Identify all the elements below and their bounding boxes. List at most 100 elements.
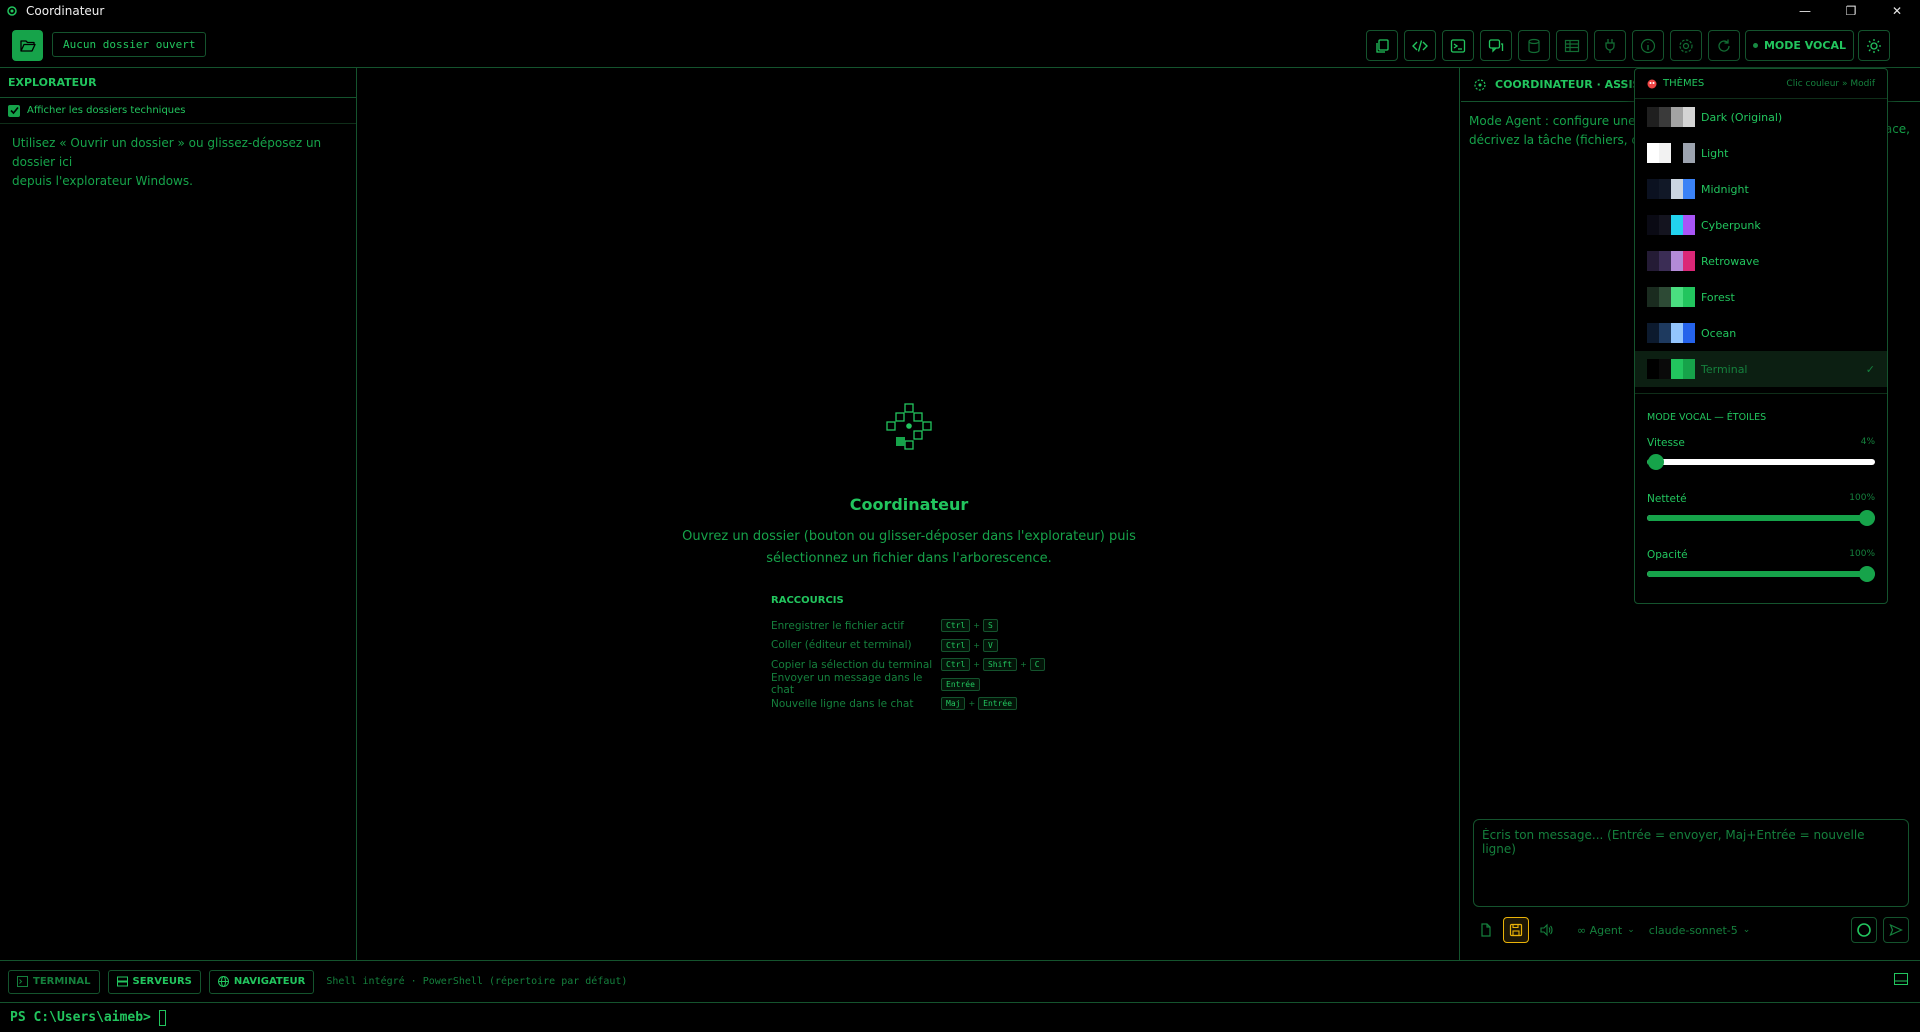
slider-track[interactable] (1647, 454, 1875, 470)
theme-option[interactable]: Forest (1635, 279, 1887, 315)
color-swatch[interactable] (1647, 251, 1659, 271)
copy-button[interactable] (1366, 30, 1398, 61)
show-technical-row[interactable]: Afficher les dossiers techniques (0, 98, 356, 124)
database-button[interactable] (1518, 30, 1550, 61)
minimize-button[interactable]: — (1782, 0, 1828, 22)
color-swatch[interactable] (1647, 359, 1659, 379)
color-swatch[interactable] (1659, 215, 1671, 235)
theme-swatches[interactable] (1647, 215, 1695, 235)
theme-option[interactable]: Dark (Original) (1635, 99, 1887, 135)
color-swatch[interactable] (1647, 107, 1659, 127)
color-swatch[interactable] (1659, 323, 1671, 343)
color-swatch[interactable] (1659, 287, 1671, 307)
maximize-button[interactable]: ❐ (1828, 0, 1874, 22)
color-swatch[interactable] (1659, 359, 1671, 379)
theme-swatches[interactable] (1647, 143, 1695, 163)
close-button[interactable]: ✕ (1874, 0, 1920, 22)
chat-button[interactable] (1480, 30, 1512, 61)
terminal-prompt: PS C:\Users\aimeb> (10, 1010, 151, 1025)
slider-track[interactable] (1647, 510, 1876, 526)
shortcut-key: Shift (982, 658, 1018, 672)
sun-icon (1867, 38, 1881, 53)
slider-fill (1647, 515, 1875, 521)
slider-thumb[interactable] (1859, 566, 1876, 582)
settings-button[interactable] (1670, 30, 1702, 61)
color-swatch[interactable] (1671, 215, 1683, 235)
attach-file-button[interactable] (1473, 917, 1499, 943)
color-swatch[interactable] (1683, 251, 1695, 271)
color-swatch[interactable] (1683, 359, 1695, 379)
show-technical-checkbox[interactable] (8, 104, 20, 117)
color-swatch[interactable] (1647, 143, 1659, 163)
color-swatch[interactable] (1659, 107, 1671, 127)
theme-button[interactable] (1858, 30, 1890, 61)
table-button[interactable] (1556, 30, 1588, 61)
color-swatch[interactable] (1671, 143, 1683, 163)
color-swatch[interactable] (1659, 179, 1671, 199)
terminal[interactable]: PS C:\Users\aimeb> (0, 1002, 1920, 1032)
color-swatch[interactable] (1683, 107, 1695, 127)
color-swatch[interactable] (1683, 287, 1695, 307)
checkmark-icon (9, 106, 19, 115)
message-input[interactable] (1482, 828, 1902, 898)
shortcut-key: Entrée (978, 697, 1018, 711)
send-button[interactable] (1883, 917, 1909, 943)
save-context-button[interactable] (1503, 917, 1529, 943)
shortcut-label: Copier la sélection du terminal (771, 658, 933, 671)
theme-swatches[interactable] (1647, 323, 1695, 343)
color-swatch[interactable] (1659, 251, 1671, 271)
info-button[interactable] (1632, 30, 1664, 61)
color-swatch[interactable] (1671, 107, 1683, 127)
voice-button[interactable] (1851, 917, 1877, 943)
color-swatch[interactable] (1659, 143, 1671, 163)
plug-button[interactable] (1594, 30, 1626, 61)
theme-option[interactable]: Midnight (1635, 171, 1887, 207)
theme-option[interactable]: Terminal ✓ (1635, 351, 1887, 387)
slider-track[interactable] (1647, 566, 1876, 582)
tab-servers[interactable]: SERVEURS (107, 969, 201, 994)
toggle-panel-button[interactable] (1894, 973, 1908, 988)
window-title: Coordinateur (26, 4, 105, 18)
color-swatch[interactable] (1671, 287, 1683, 307)
color-swatch[interactable] (1647, 179, 1659, 199)
tab-browser[interactable]: NAVIGATEUR (208, 969, 315, 994)
agent-mode-select[interactable]: ∞ Agent ⌄ (1577, 924, 1635, 937)
theme-swatches[interactable] (1647, 251, 1695, 271)
slider-thumb[interactable] (1859, 510, 1876, 526)
chevron-down-icon: ⌄ (1627, 925, 1635, 935)
color-swatch[interactable] (1671, 323, 1683, 343)
model-select[interactable]: claude-sonnet-5 ⌄ (1649, 924, 1751, 937)
color-swatch[interactable] (1647, 323, 1659, 343)
terminal-button[interactable] (1442, 30, 1474, 61)
theme-option[interactable]: Cyberpunk (1635, 207, 1887, 243)
color-swatch[interactable] (1683, 179, 1695, 199)
slider-thumb[interactable] (1648, 454, 1665, 470)
shortcut-label: Nouvelle ligne dans le chat (771, 697, 914, 710)
color-swatch[interactable] (1683, 215, 1695, 235)
color-swatch[interactable] (1683, 323, 1695, 343)
color-swatch[interactable] (1671, 179, 1683, 199)
color-swatch[interactable] (1683, 143, 1695, 163)
theme-swatches[interactable] (1647, 107, 1695, 127)
assistant-icon (1474, 78, 1486, 91)
theme-swatches[interactable] (1647, 179, 1695, 199)
code-button[interactable] (1404, 30, 1436, 61)
theme-option[interactable]: Retrowave (1635, 243, 1887, 279)
composer-toolbar: ∞ Agent ⌄ claude-sonnet-5 ⌄ (1473, 915, 1909, 945)
color-swatch[interactable] (1671, 251, 1683, 271)
refresh-button[interactable] (1708, 30, 1740, 61)
theme-option[interactable]: Ocean (1635, 315, 1887, 351)
mode-vocal-label: MODE VOCAL (1763, 39, 1847, 52)
speaker-button[interactable] (1533, 917, 1559, 943)
tab-terminal[interactable]: TERMINAL (8, 969, 100, 994)
mode-vocal-button[interactable]: MODE VOCAL (1745, 30, 1854, 61)
color-swatch[interactable] (1671, 359, 1683, 379)
theme-option[interactable]: Light (1635, 135, 1887, 171)
speaker-icon (1540, 923, 1553, 937)
theme-swatches[interactable] (1647, 359, 1695, 379)
theme-swatches[interactable] (1647, 287, 1695, 307)
open-folder-button[interactable] (12, 30, 43, 61)
color-swatch[interactable] (1647, 215, 1659, 235)
tab-servers-label: SERVEURS (132, 976, 192, 987)
color-swatch[interactable] (1647, 287, 1659, 307)
